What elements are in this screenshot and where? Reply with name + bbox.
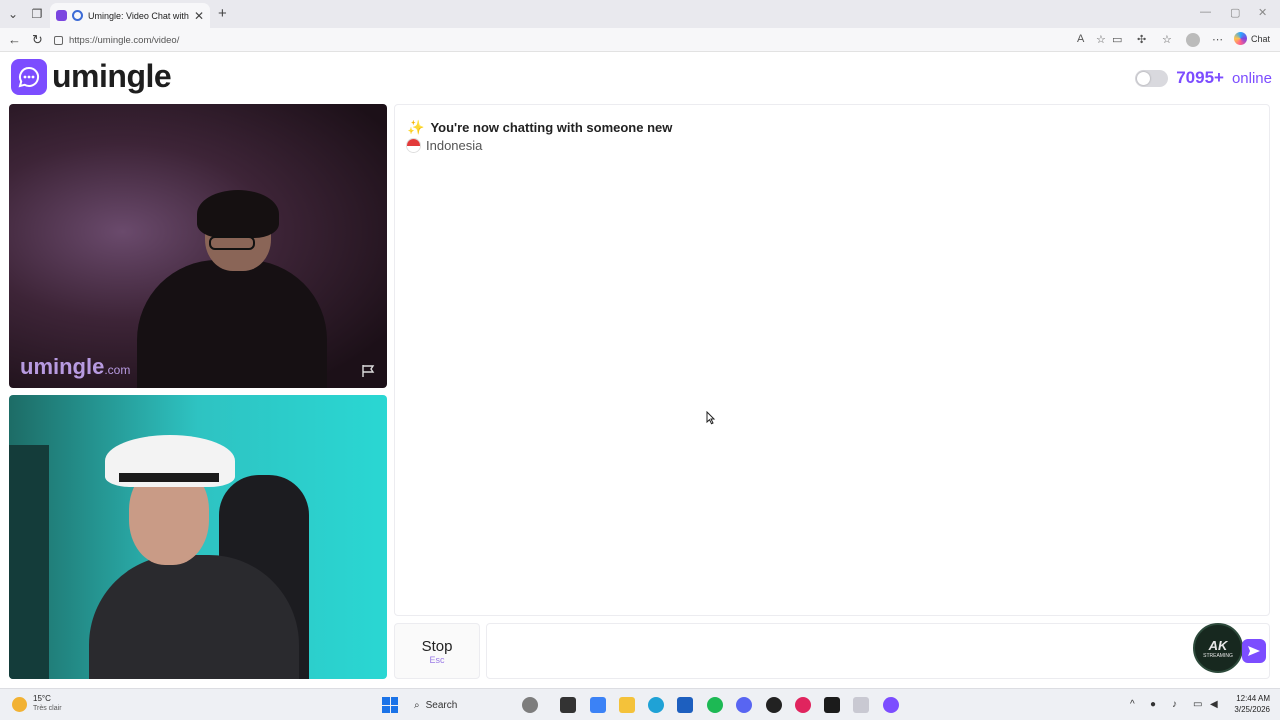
video-overlay-icon[interactable]: ▭	[1112, 33, 1122, 46]
opera-icon[interactable]	[795, 697, 811, 713]
mouse-cursor-icon	[706, 411, 716, 425]
url-field[interactable]: https://umingle.com/video/	[54, 30, 1074, 50]
watermark-text: umingle	[20, 354, 105, 379]
window-close-icon[interactable]: ✕	[1258, 6, 1267, 19]
umingle-app-icon[interactable]	[883, 697, 899, 713]
site-info-icon[interactable]	[54, 35, 63, 45]
chat-status: ✨ You're now chatting with someone new	[407, 119, 672, 136]
copilot-chat-button[interactable]: Chat	[1234, 32, 1270, 45]
self-video	[9, 395, 387, 679]
new-tab-plus-icon[interactable]: +	[218, 5, 227, 22]
copilot-icon	[1234, 32, 1247, 45]
workspaces-icon[interactable]: ❐	[28, 5, 46, 23]
tray-chevron-icon[interactable]: ^	[1130, 699, 1135, 710]
microphone-icon[interactable]: ♪	[1172, 699, 1177, 710]
search-icon: ⌕	[414, 699, 420, 711]
browser-tab[interactable]: Umingle: Video Chat with Stra ✕	[50, 3, 210, 28]
chat-bubble-logo-icon	[11, 58, 47, 95]
ak-streaming-logo: AK STREAMING	[1193, 623, 1243, 673]
start-windows-icon[interactable]	[382, 697, 398, 713]
extensions-icon[interactable]: ✣	[1137, 33, 1146, 46]
maximize-icon[interactable]: ▢	[1230, 6, 1240, 19]
video-watermark: umingle.com	[20, 354, 130, 380]
profile-avatar[interactable]	[1186, 33, 1200, 47]
site-logo[interactable]: umingle	[11, 58, 172, 95]
search-highlight-icon[interactable]	[522, 697, 538, 713]
system-clock[interactable]: 12:44 AM 3/25/2026	[1226, 693, 1270, 715]
temperature: 15°C	[33, 694, 51, 703]
edge-browser-icon[interactable]	[648, 697, 664, 713]
clock-time: 12:44 AM	[1236, 694, 1270, 703]
taskbar: 15°C Très clair ⌕ Search ^ ● ♪ ▭ ◀ 12:44…	[0, 688, 1280, 720]
tab-close-icon[interactable]: ✕	[194, 9, 204, 23]
address-bar-row: ← ↻ https://umingle.com/video/ A ☆ ▭ ✣ ☆…	[0, 28, 1280, 52]
online-count: 7095+	[1176, 68, 1224, 87]
stranger-figure	[137, 260, 327, 388]
terminal-icon[interactable]	[824, 697, 840, 713]
stranger-video: umingle.com	[9, 104, 387, 388]
message-box	[486, 623, 1270, 679]
task-view-icon[interactable]	[560, 697, 576, 713]
tab-actions-chevron-icon[interactable]: ⌄	[4, 5, 22, 23]
url-text: https://umingle.com/video/	[69, 34, 180, 46]
tab-favicon-icon	[72, 10, 83, 21]
weather-widget[interactable]: 15°C Très clair	[12, 694, 62, 714]
message-input[interactable]	[497, 640, 1187, 664]
back-arrow-icon[interactable]: ←	[8, 32, 21, 47]
discord-icon[interactable]	[736, 697, 752, 713]
obs-icon[interactable]	[766, 697, 782, 713]
volume-icon[interactable]: ◀	[1210, 699, 1218, 710]
watermark-domain: .com	[104, 363, 131, 377]
snipping-tool-icon[interactable]	[853, 697, 869, 713]
theme-toggle[interactable]	[1135, 69, 1169, 87]
read-aloud-icon[interactable]: A	[1077, 33, 1084, 45]
widgets-icon[interactable]	[590, 697, 606, 713]
stop-shortcut: Esc	[429, 654, 445, 665]
clock-date: 3/25/2026	[1234, 705, 1270, 714]
send-arrow-icon	[1248, 646, 1260, 656]
refresh-icon[interactable]: ↻	[32, 32, 43, 48]
stop-label: Stop	[421, 637, 453, 655]
tab-extension-icon	[56, 10, 67, 21]
sparkles-icon: ✨	[407, 119, 425, 135]
partner-country: Indonesia	[426, 138, 483, 153]
file-explorer-icon[interactable]	[619, 697, 635, 713]
store-icon[interactable]	[677, 697, 693, 713]
browser-tab-bar: ⌄ ❐ Umingle: Video Chat with Stra ✕ + — …	[0, 0, 1280, 28]
tray-network-alert-icon[interactable]: ●	[1150, 699, 1156, 710]
partner-location: Indonesia	[406, 138, 482, 153]
display-icon[interactable]: ▭	[1193, 699, 1202, 710]
indonesia-flag-icon	[406, 138, 421, 153]
search-label: Search	[425, 699, 458, 711]
copilot-label: Chat	[1251, 33, 1271, 44]
minimize-icon[interactable]: —	[1200, 6, 1211, 18]
favorite-star-icon[interactable]: ☆	[1096, 33, 1106, 46]
weather-sun-icon	[12, 696, 27, 712]
badge-subtext: STREAMING	[1203, 652, 1233, 659]
online-indicator: 7095+ online	[1135, 68, 1272, 88]
badge-text: AK	[1208, 637, 1228, 653]
status-message: You're now chatting with someone new	[430, 120, 673, 135]
stop-button[interactable]: Stop Esc	[394, 623, 480, 679]
weather-description: Très clair	[33, 705, 62, 712]
chat-panel: ✨ You're now chatting with someone new I…	[394, 104, 1270, 616]
spotify-icon[interactable]	[707, 697, 723, 713]
favorites-icon[interactable]: ☆	[1162, 33, 1172, 46]
report-flag-icon[interactable]	[361, 364, 377, 378]
online-label: online	[1231, 69, 1272, 87]
tab-title: Umingle: Video Chat with Stra	[88, 10, 189, 21]
send-button[interactable]	[1242, 639, 1266, 663]
logo-wordmark: umingle	[52, 58, 172, 94]
more-options-icon[interactable]: ⋯	[1212, 33, 1223, 46]
